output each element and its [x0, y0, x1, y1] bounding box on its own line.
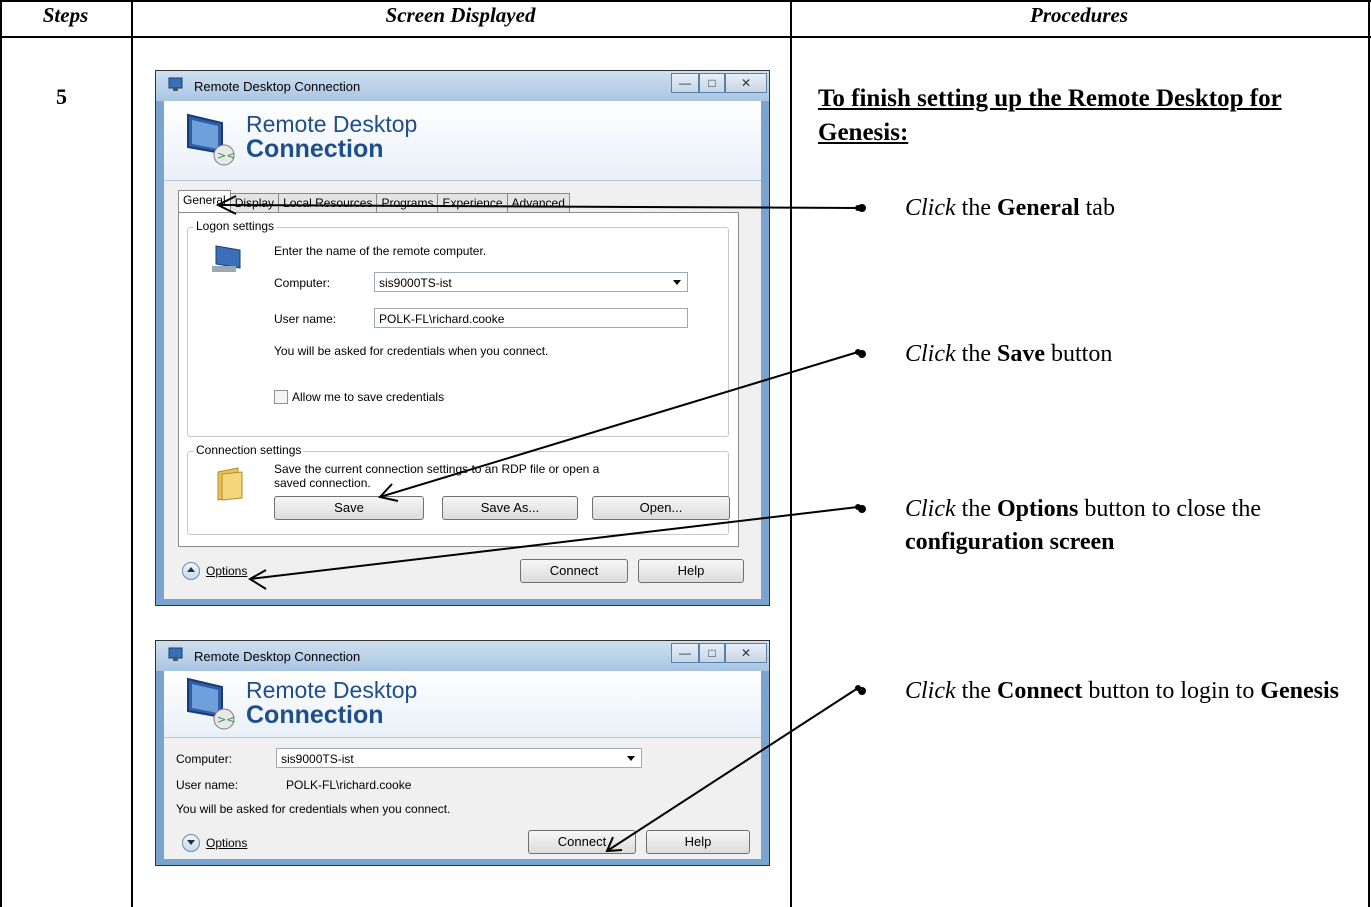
arrow-to-connect — [606, 687, 859, 852]
arrow-anchor-dot — [855, 349, 861, 355]
arrow-anchor-dot — [855, 205, 861, 211]
arrow-anchor-dot — [855, 685, 861, 691]
arrow-to-general-tab — [217, 204, 859, 209]
arrow-to-options — [249, 506, 859, 580]
arrow-anchor-dot — [855, 504, 861, 510]
arrow-to-save-button — [379, 351, 859, 498]
arrowhead-options — [248, 569, 267, 590]
callout-arrows — [215, 195, 861, 853]
